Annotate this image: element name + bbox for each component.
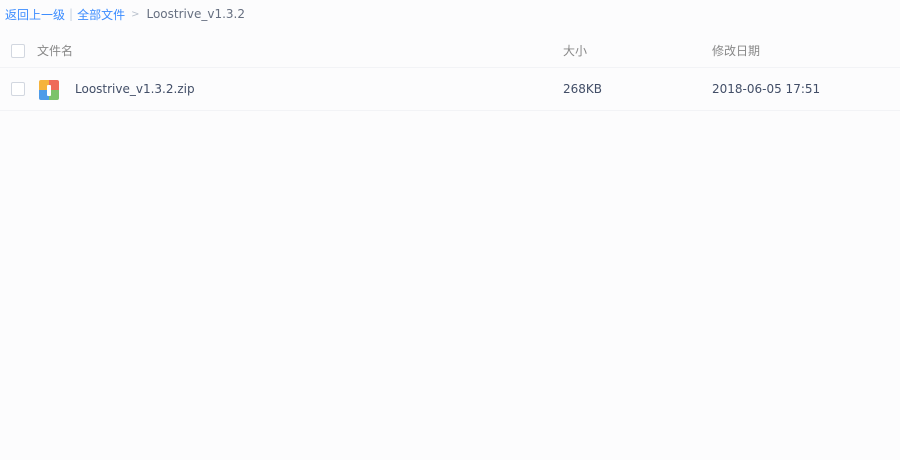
back-link[interactable]: 返回上一级	[5, 6, 65, 23]
breadcrumb-separator: |	[69, 7, 74, 21]
table-header: 文件名 大小 修改日期	[0, 33, 900, 68]
current-folder-label: Loostrive_v1.3.2	[146, 7, 245, 21]
all-files-link[interactable]: 全部文件	[77, 6, 125, 23]
zip-archive-icon	[39, 80, 59, 100]
file-size: 268KB	[563, 82, 603, 96]
select-all-checkbox[interactable]	[11, 44, 25, 58]
column-header-size[interactable]: 大小	[563, 42, 587, 59]
file-modified-date: 2018-06-05 17:51	[712, 82, 821, 96]
row-checkbox[interactable]	[11, 82, 25, 96]
table-row[interactable]: Loostrive_v1.3.2.zip 268KB 2018-06-05 17…	[0, 69, 900, 111]
column-header-name[interactable]: 文件名	[37, 42, 73, 59]
column-header-modified[interactable]: 修改日期	[712, 42, 760, 59]
file-name-link[interactable]: Loostrive_v1.3.2.zip	[75, 82, 195, 96]
breadcrumb: 返回上一级 | 全部文件 > Loostrive_v1.3.2	[5, 6, 245, 22]
breadcrumb-arrow-icon: >	[131, 8, 140, 20]
